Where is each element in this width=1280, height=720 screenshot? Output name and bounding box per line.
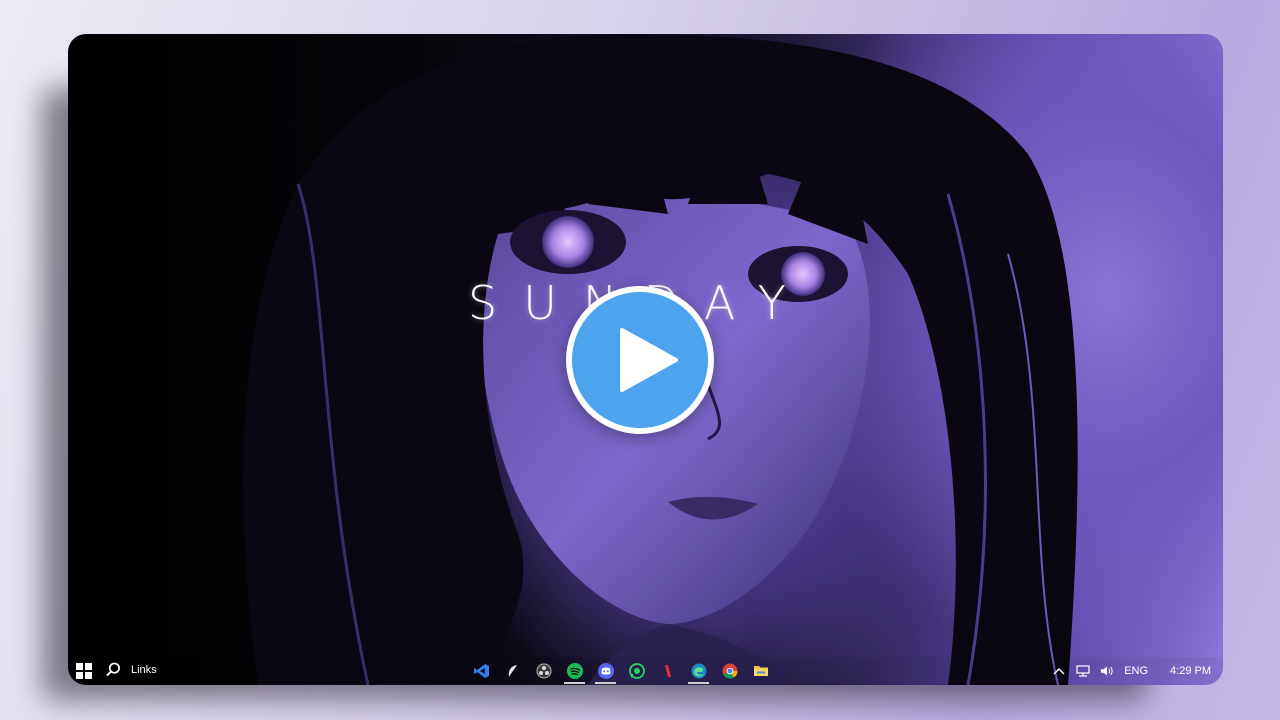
chevron-up-icon[interactable] [1052,664,1066,678]
windows-start-icon[interactable] [76,663,92,679]
clock[interactable]: 4:29 PM [1170,665,1211,677]
edge-icon [691,663,706,679]
search-label: Links [131,663,157,676]
system-tray: ENG 4:29 PM [1052,657,1211,685]
spotify-icon [566,663,583,679]
vscode-icon [473,664,489,678]
file-explorer-icon [753,666,768,676]
whatsapp-icon [628,663,645,679]
play-icon [620,328,678,392]
play-button[interactable] [566,286,714,434]
taskbar-app-file-explorer[interactable] [745,657,776,685]
taskbar-app-edge[interactable] [683,657,714,685]
desktop-screen: SUNDAY Links [68,34,1223,685]
discord-icon [597,663,614,679]
taskbar-search[interactable]: Links [106,662,157,677]
chrome-icon [722,663,738,679]
taskbar: Links ENG 4:29 PM [68,657,1223,685]
search-icon [106,662,120,677]
pinned-apps [466,657,776,685]
language-indicator[interactable]: ENG [1124,665,1148,677]
app-red-icon [664,665,671,677]
obs-icon [536,663,551,679]
taskbar-app-discord[interactable] [590,657,621,685]
network-icon[interactable] [1076,664,1090,678]
taskbar-app-2[interactable] [497,657,528,685]
taskbar-app-vscode[interactable] [466,657,497,685]
taskbar-app-spotify[interactable] [559,657,590,685]
app-icon [508,665,517,677]
volume-icon[interactable] [1100,664,1114,678]
taskbar-app-chrome[interactable] [714,657,745,685]
taskbar-app-whatsapp[interactable] [621,657,652,685]
taskbar-app-red[interactable] [652,657,683,685]
taskbar-app-obs[interactable] [528,657,559,685]
